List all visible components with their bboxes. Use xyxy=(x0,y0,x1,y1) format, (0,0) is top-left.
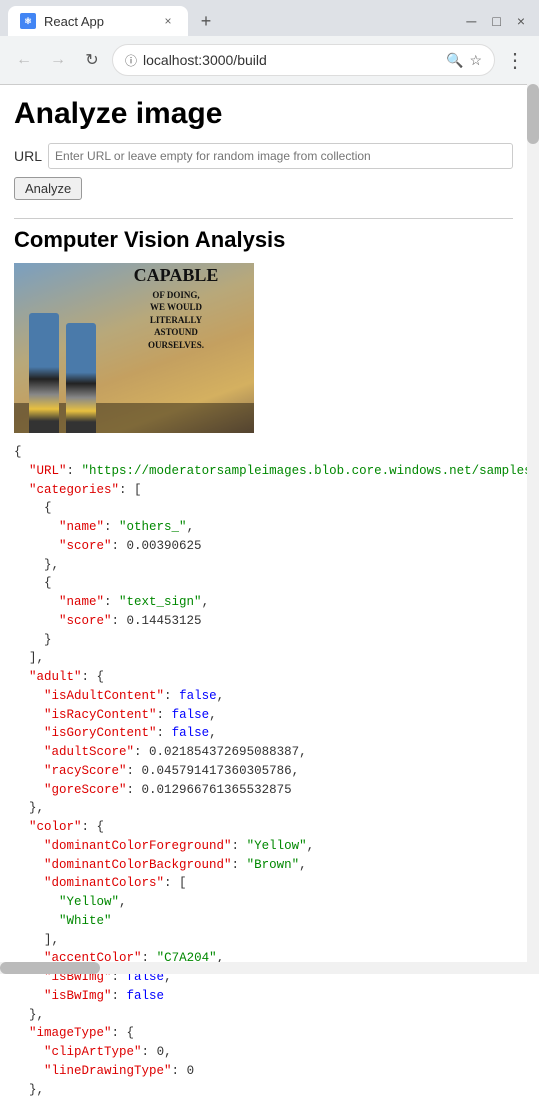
json-isRacyContent-value: false xyxy=(172,708,210,722)
json-goreScore-value: 0.012966761365532875 xyxy=(142,783,292,797)
url-label: URL xyxy=(14,148,42,164)
address-bar[interactable]: ⓘ localhost:3000/build 🔍 ☆ xyxy=(112,44,495,76)
json-adultScore-value: 0.021854372695088387 xyxy=(149,745,299,759)
analyzed-image: IF WE DID ALL THE THINGS WE ARE CAPABLE … xyxy=(14,263,254,433)
json-color-key: "color" xyxy=(29,820,82,834)
horizontal-scrollbar-thumb[interactable] xyxy=(0,962,100,974)
json-clipArtType-key: "clipArtType" xyxy=(44,1045,142,1059)
json-url-value: "https://moderatorsampleimages.blob.core… xyxy=(82,464,527,478)
tab-bar: ⚛ React App × + ─ □ × xyxy=(0,0,539,36)
json-isGoryContent-key: "isGoryContent" xyxy=(44,726,157,740)
json-lineDrawingType-key: "lineDrawingType" xyxy=(44,1064,172,1078)
json-isBwImg2-value: false xyxy=(127,989,165,1003)
maximize-button[interactable]: □ xyxy=(490,11,502,31)
horizontal-scrollbar-track xyxy=(0,962,527,974)
json-lineDrawingType-value: 0 xyxy=(187,1064,195,1078)
json-color-arr-1: "Yellow" xyxy=(59,895,119,909)
json-domBg-key: "dominantColorBackground" xyxy=(44,858,232,872)
json-isRacyContent-key: "isRacyContent" xyxy=(44,708,157,722)
forward-button[interactable]: → xyxy=(44,46,72,74)
new-tab-button[interactable]: + xyxy=(192,7,220,35)
scrollbar-track xyxy=(527,84,539,974)
bookmark-icon[interactable]: ☆ xyxy=(469,52,482,69)
tab-title: React App xyxy=(44,14,152,29)
scrollbar-thumb[interactable] xyxy=(527,84,539,144)
json-output: { "URL": "https://moderatorsampleimages.… xyxy=(14,443,513,1099)
json-color-arr-2: "White" xyxy=(59,914,112,928)
json-imageType-key: "imageType" xyxy=(29,1026,112,1040)
json-score1-value: 0.00390625 xyxy=(127,539,202,553)
nav-bar: ← → ↻ ⓘ localhost:3000/build 🔍 ☆ ⋮ xyxy=(0,36,539,84)
url-row: URL xyxy=(14,143,513,169)
page-title: Analyze image xyxy=(14,97,513,131)
section-title: Computer Vision Analysis xyxy=(14,227,513,253)
json-domFg-key: "dominantColorForeground" xyxy=(44,839,232,853)
page-content: Analyze image URL Analyze Computer Visio… xyxy=(0,85,527,1111)
json-score2-value: 0.14453125 xyxy=(127,614,202,628)
json-adult-key: "adult" xyxy=(29,670,82,684)
json-goreScore-key: "goreScore" xyxy=(44,783,127,797)
window-controls: ─ □ × xyxy=(464,11,531,31)
json-racyScore-key: "racyScore" xyxy=(44,764,127,778)
address-text: localhost:3000/build xyxy=(143,52,440,68)
json-url-key: "URL" xyxy=(29,464,67,478)
json-name2-key: "name" xyxy=(59,595,104,609)
browser-menu-button[interactable]: ⋮ xyxy=(501,44,529,77)
section-divider xyxy=(14,218,513,219)
tab-close-button[interactable]: × xyxy=(160,13,176,29)
json-name1-key: "name" xyxy=(59,520,104,534)
json-racyScore-value: 0.045791417360305786 xyxy=(142,764,292,778)
window-close-button[interactable]: × xyxy=(515,11,527,31)
address-search-icon: 🔍 xyxy=(446,52,463,69)
image-quote-text: IF WE DID ALL THE THINGS WE ARE CAPABLE … xyxy=(106,263,246,348)
browser-chrome: ⚛ React App × + ─ □ × ← → ↻ ⓘ localhost:… xyxy=(0,0,539,85)
json-clipArtType-value: 0 xyxy=(157,1045,165,1059)
json-score1-key: "score" xyxy=(59,539,112,553)
json-name1-value: "others_" xyxy=(119,520,187,534)
json-domColors-key: "dominantColors" xyxy=(44,876,164,890)
analyze-button[interactable]: Analyze xyxy=(14,177,82,200)
json-isAdultContent-value: false xyxy=(179,689,217,703)
json-isBwImg2-key: "isBwImg" xyxy=(44,989,112,1003)
json-categories-key: "categories" xyxy=(29,483,119,497)
json-domFg-value: "Yellow" xyxy=(247,839,307,853)
lock-icon: ⓘ xyxy=(125,52,137,69)
json-domBg-value: "Brown" xyxy=(247,858,300,872)
reload-button[interactable]: ↻ xyxy=(78,46,106,74)
url-input[interactable] xyxy=(48,143,513,169)
minimize-button[interactable]: ─ xyxy=(464,11,478,31)
tab-favicon: ⚛ xyxy=(20,13,36,29)
back-button[interactable]: ← xyxy=(10,46,38,74)
json-adultScore-key: "adultScore" xyxy=(44,745,134,759)
json-name2-value: "text_sign" xyxy=(119,595,202,609)
json-score2-key: "score" xyxy=(59,614,112,628)
json-isGoryContent-value: false xyxy=(172,726,210,740)
json-isAdultContent-key: "isAdultContent" xyxy=(44,689,164,703)
active-tab[interactable]: ⚛ React App × xyxy=(8,6,188,36)
